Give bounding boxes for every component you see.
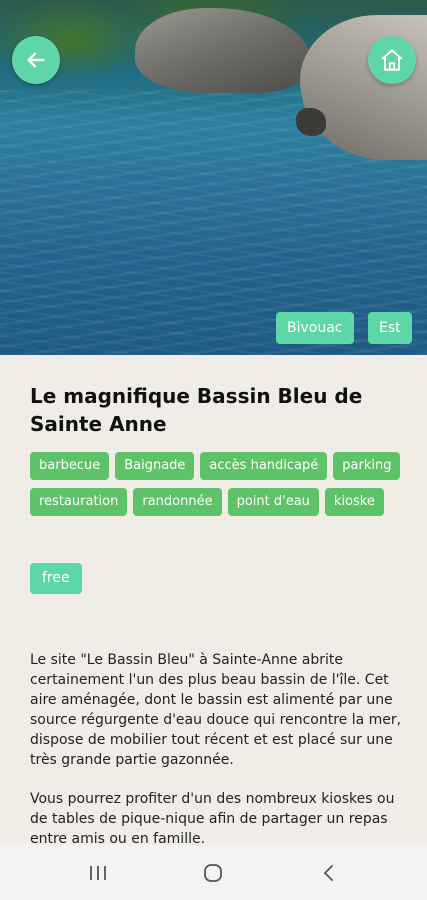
nav-home-button[interactable] <box>183 853 243 893</box>
tag-baignade[interactable]: Baignade <box>115 452 195 480</box>
nav-back-button[interactable] <box>299 853 359 893</box>
home-icon <box>381 49 403 71</box>
page-title: Le magnifique Bassin Bleu de Sainte Anne <box>30 384 363 436</box>
recent-apps-button[interactable] <box>68 853 128 893</box>
chip-bivouac[interactable]: Bivouac <box>276 312 354 344</box>
description-paragraph: Le site "Le Bassin Bleu" à Sainte-Anne a… <box>30 652 402 768</box>
back-button[interactable] <box>12 36 60 84</box>
tag-barbecue[interactable]: barbecue <box>30 452 110 480</box>
price-badge: free <box>30 563 82 594</box>
recent-apps-icon <box>89 865 106 880</box>
system-nav-bar <box>0 845 427 900</box>
arrow-left-icon <box>27 52 45 68</box>
tag-kioske[interactable]: kioske <box>324 488 384 516</box>
home-button[interactable] <box>368 36 416 84</box>
chip-est[interactable]: Est <box>368 312 412 344</box>
circle-home-icon <box>204 863 223 882</box>
tag-point-eau[interactable]: point d'eau <box>227 488 319 516</box>
tag-row: restauration randonnée point d'eau kiosk… <box>30 488 410 516</box>
tag-randonnee[interactable]: randonnée <box>133 488 222 516</box>
tag-acces-handicape[interactable]: accès handicapé <box>200 452 328 480</box>
tag-row: barbecue Baignade accès handicapé parkin… <box>30 452 410 480</box>
description: Le site "Le Bassin Bleu" à Sainte-Anne a… <box>30 650 402 845</box>
chevron-left-icon <box>323 864 334 881</box>
tag-list: barbecue Baignade accès handicapé parkin… <box>30 452 410 524</box>
tag-parking[interactable]: parking <box>333 452 401 480</box>
hero-image <box>0 0 427 355</box>
rock-left <box>135 8 310 93</box>
tag-restauration[interactable]: restauration <box>30 488 128 516</box>
rock-small <box>296 108 326 136</box>
description-paragraph: Vous pourrez profiter d'un des nombreux … <box>30 791 395 845</box>
